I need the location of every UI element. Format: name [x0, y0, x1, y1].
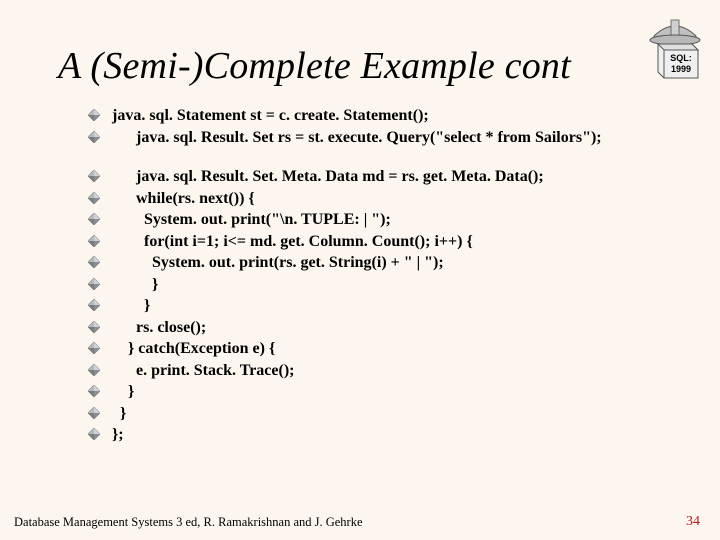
diamond-bullet-icon — [88, 299, 100, 311]
diamond-bullet-icon — [88, 192, 100, 204]
code-text: java. sql. Result. Set rs = st. execute.… — [112, 128, 648, 148]
code-text: java. sql. Result. Set. Meta. Data md = … — [112, 167, 648, 187]
slide-body: java. sql. Statement st = c. create. Sta… — [88, 106, 648, 447]
diamond-bullet-icon — [88, 256, 100, 268]
diamond-bullet-icon — [88, 109, 100, 121]
bullet-line: for(int i=1; i<= md. get. Column. Count(… — [88, 232, 648, 252]
code-text: } — [112, 296, 648, 316]
bullet-line: System. out. print(rs. get. String(i) + … — [88, 253, 648, 273]
code-text: } — [112, 404, 648, 424]
diamond-bullet-icon — [88, 170, 100, 182]
bullet-line: System. out. print("\n. TUPLE: | "); — [88, 210, 648, 230]
diamond-bullet-icon — [88, 407, 100, 419]
diamond-bullet-icon — [88, 364, 100, 376]
slide: A (Semi-)Complete Example cont SQL: 1999… — [0, 0, 720, 540]
bullet-line: java. sql. Statement st = c. create. Sta… — [88, 106, 648, 126]
code-block-b: java. sql. Result. Set. Meta. Data md = … — [88, 167, 648, 445]
code-text: } — [112, 382, 648, 402]
diamond-bullet-icon — [88, 342, 100, 354]
code-text: java. sql. Statement st = c. create. Sta… — [112, 106, 648, 126]
code-text: e. print. Stack. Trace(); — [112, 361, 648, 381]
code-text: } catch(Exception e) { — [112, 339, 648, 359]
bullet-line: } — [88, 404, 648, 424]
bullet-line: } catch(Exception e) { — [88, 339, 648, 359]
sql-1999-logo: SQL: 1999 — [644, 14, 706, 84]
logo-text-bottom: 1999 — [671, 64, 691, 74]
code-text: System. out. print("\n. TUPLE: | "); — [112, 210, 648, 230]
code-text: rs. close(); — [112, 318, 648, 338]
bullet-line: e. print. Stack. Trace(); — [88, 361, 648, 381]
code-text: for(int i=1; i<= md. get. Column. Count(… — [112, 232, 648, 252]
code-block-a: java. sql. Statement st = c. create. Sta… — [88, 106, 648, 147]
footer-text: Database Management Systems 3 ed, R. Ram… — [14, 515, 363, 530]
code-text: while(rs. next()) { — [112, 189, 648, 209]
code-text: }; — [112, 425, 648, 445]
diamond-bullet-icon — [88, 278, 100, 290]
logo-text-top: SQL: — [670, 53, 692, 63]
page-number: 34 — [686, 514, 700, 530]
bullet-line: }; — [88, 425, 648, 445]
diamond-bullet-icon — [88, 235, 100, 247]
diamond-bullet-icon — [88, 385, 100, 397]
bullet-line: } — [88, 382, 648, 402]
code-text: } — [112, 275, 648, 295]
bullet-line: } — [88, 275, 648, 295]
diamond-bullet-icon — [88, 428, 100, 440]
bullet-line: rs. close(); — [88, 318, 648, 338]
code-text: System. out. print(rs. get. String(i) + … — [112, 253, 648, 273]
bullet-line: java. sql. Result. Set. Meta. Data md = … — [88, 167, 648, 187]
slide-title: A (Semi-)Complete Example cont — [58, 44, 571, 88]
diamond-bullet-icon — [88, 321, 100, 333]
diamond-bullet-icon — [88, 131, 100, 143]
diamond-bullet-icon — [88, 213, 100, 225]
bullet-line: java. sql. Result. Set rs = st. execute.… — [88, 128, 648, 148]
bullet-line: while(rs. next()) { — [88, 189, 648, 209]
bullet-line: } — [88, 296, 648, 316]
